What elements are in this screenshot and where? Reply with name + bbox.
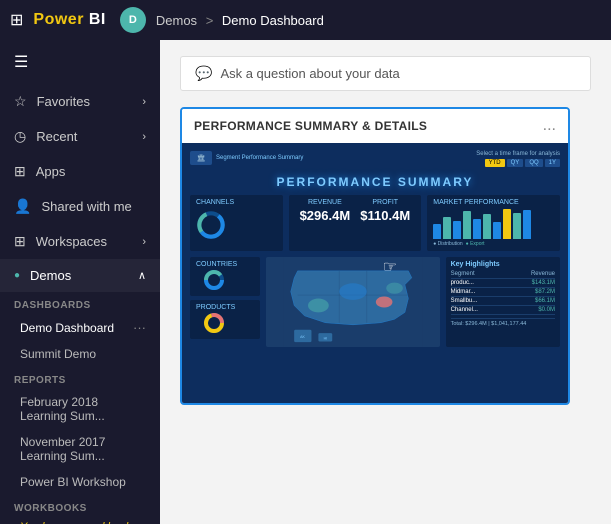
bar-2 [443, 217, 451, 239]
topbar: ⊞ Power BI D Demos > Demo Dashboard [0, 0, 611, 40]
filter-qy[interactable]: QY [507, 159, 524, 167]
table-row: Channel...$0.0M [451, 306, 555, 315]
favorites-icon: ☆ [14, 93, 27, 110]
sidebar-item-favorites-label: Favorites [37, 94, 90, 109]
main-content: 💬 Ask a question about your data PERFORM… [160, 40, 611, 524]
us-map: AK HI ☞ [266, 257, 440, 347]
breadcrumb-current: Demo Dashboard [222, 13, 324, 28]
workbooks-empty-label: You have no workbooks [0, 517, 160, 524]
table-row: Midmar...$87.2M [451, 288, 555, 297]
breadcrumb-separator: > [206, 13, 214, 28]
workspaces-icon: ⊞ [14, 233, 26, 250]
sidebar-sub-item-demo-dashboard[interactable]: Demo Dashboard ··· [0, 314, 160, 341]
revenue-value: $296.4M [300, 208, 351, 223]
table-title: Key Highlights [451, 261, 555, 268]
table-row: SegmentRevenue [451, 270, 555, 279]
sidebar-item-workspaces-label: Workspaces [36, 234, 107, 249]
mini-bar-chart [433, 209, 554, 239]
hamburger-icon[interactable]: ☰ [0, 40, 160, 84]
sidebar-item-workspaces[interactable]: ⊞ Workspaces › [0, 224, 160, 259]
app-logo: Power BI [33, 11, 105, 29]
bar-3 [453, 221, 461, 239]
bar-10 [523, 210, 531, 239]
breadcrumb: Demos > Demo Dashboard [156, 13, 324, 28]
bar-4 [463, 211, 471, 239]
filter-qq[interactable]: QQ [525, 159, 542, 167]
filter-ytd[interactable]: YTD [485, 159, 505, 167]
demos-icon: ● [14, 270, 20, 281]
us-map-svg: AK HI [266, 257, 440, 347]
bar-5 [473, 219, 481, 239]
segment-panel: CHANNELS [190, 195, 283, 251]
breadcrumb-workspace[interactable]: Demos [156, 13, 197, 28]
dashboard-item-label: Summit Demo [20, 347, 96, 361]
countries-panel: COUNTRIES [190, 257, 260, 296]
avatar[interactable]: D [120, 7, 146, 33]
sidebar-sub-item-feb-report[interactable]: February 2018 Learning Sum... [0, 389, 160, 429]
sidebar-item-demos[interactable]: ● Demos ∧ [0, 259, 160, 292]
bar-7 [493, 222, 501, 239]
card-title: PERFORMANCE SUMMARY & DETAILS [194, 119, 427, 133]
sidebar-item-shared[interactable]: 👤 Shared with me [0, 189, 160, 224]
sidebar: ☰ ☆ Favorites › ◷ Recent › ⊞ Apps 👤 Shar… [0, 40, 160, 524]
revenue-profit-panel: REVENUE $296.4M PROFIT $110.4M [289, 195, 422, 251]
section-dashboards: DASHBOARDS [0, 292, 160, 314]
legend-2: ● Export [466, 241, 485, 247]
bar-chart-panel: Market Performance [427, 195, 560, 251]
sidebar-item-shared-label: Shared with me [41, 199, 131, 214]
svg-text:AK: AK [300, 335, 305, 339]
filter-buttons: YTD QY QQ 1Y [476, 159, 560, 167]
chevron-icon: › [142, 131, 146, 143]
sidebar-item-apps[interactable]: ⊞ Apps [0, 154, 160, 189]
filter-1y[interactable]: 1Y [545, 159, 560, 167]
table-row: Smallbu...$66.1M [451, 297, 555, 306]
qa-icon: 💬 [195, 65, 212, 82]
grid-icon[interactable]: ⊞ [10, 10, 23, 30]
chevron-icon: › [142, 236, 146, 248]
sidebar-item-recent[interactable]: ◷ Recent › [0, 119, 160, 154]
bar-6 [483, 214, 491, 239]
dashboard-preview[interactable]: 🏛 Segment Performance Summary Select a t… [182, 143, 568, 403]
item-dots[interactable]: ··· [133, 320, 146, 335]
bar-9 [513, 213, 521, 239]
sidebar-item-apps-label: Apps [36, 164, 66, 179]
qa-bar[interactable]: 💬 Ask a question about your data [180, 56, 591, 91]
map-table-row: COUNTRIES PRODUCTS [190, 257, 560, 347]
recent-icon: ◷ [14, 128, 26, 145]
analysis-label: Select a time frame for analysis [476, 151, 560, 157]
sidebar-item-demos-label: Demos [30, 268, 71, 283]
layout: ☰ ☆ Favorites › ◷ Recent › ⊞ Apps 👤 Shar… [0, 40, 611, 524]
report-item-label: February 2018 Learning Sum... [20, 395, 146, 423]
sidebar-item-favorites[interactable]: ☆ Favorites › [0, 84, 160, 119]
card-header: PERFORMANCE SUMMARY & DETAILS ... [182, 109, 568, 143]
section-workbooks: WORKBOOKS [0, 495, 160, 517]
chevron-icon: › [142, 96, 146, 108]
metrics-row: CHANNELS REVENUE $296.4M [190, 195, 560, 251]
sidebar-sub-item-nov-report[interactable]: November 2017 Learning Sum... [0, 429, 160, 469]
preview-main-title: PERFORMANCE SUMMARY [190, 175, 560, 189]
report-item-label: November 2017 Learning Sum... [20, 435, 146, 463]
totals-row: Total: $296.4M | $1,041,177.44 [451, 318, 555, 327]
sidebar-item-recent-label: Recent [36, 129, 77, 144]
apps-icon: ⊞ [14, 163, 26, 180]
products-panel: PRODUCTS [190, 300, 260, 339]
chevron-down-icon: ∧ [138, 269, 146, 282]
bar-8 [503, 209, 511, 239]
bar-1 [433, 224, 441, 239]
table-row: produc...$143.1M [451, 279, 555, 288]
dashboard-card: PERFORMANCE SUMMARY & DETAILS ... 🏛 Segm… [180, 107, 570, 405]
dashboard-item-label: Demo Dashboard [20, 321, 114, 335]
card-options[interactable]: ... [543, 117, 556, 135]
shared-icon: 👤 [14, 198, 31, 215]
profit-value: $110.4M [360, 208, 410, 223]
qa-placeholder: Ask a question about your data [220, 66, 399, 81]
legend-1: ● Distribution [433, 241, 462, 247]
highlights-table: Key Highlights SegmentRevenue produc...$… [446, 257, 560, 347]
report-item-label: Power BI Workshop [20, 475, 126, 489]
section-reports: REPORTS [0, 367, 160, 389]
sidebar-sub-item-workshop-report[interactable]: Power BI Workshop [0, 469, 160, 495]
segment-label: Segment Performance Summary [216, 155, 303, 161]
sidebar-sub-item-summit-demo[interactable]: Summit Demo [0, 341, 160, 367]
svg-text:HI: HI [323, 336, 326, 340]
